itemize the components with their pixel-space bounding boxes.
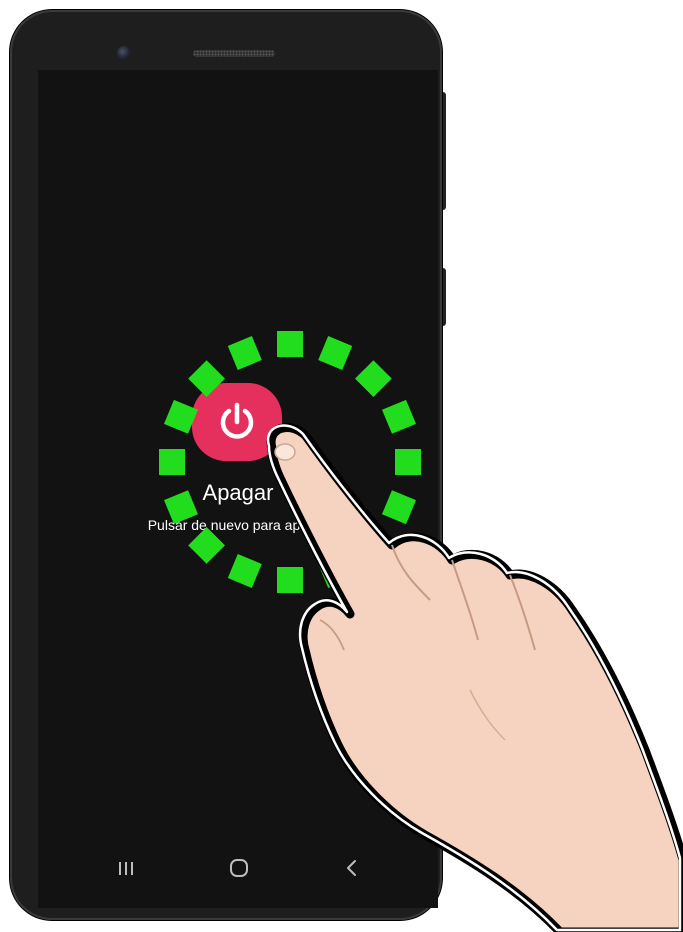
ring-segment bbox=[164, 490, 198, 525]
ring-segment bbox=[355, 360, 392, 397]
palm-crease bbox=[469, 689, 506, 741]
navigation-bar bbox=[38, 848, 438, 888]
ring-segment bbox=[188, 360, 225, 397]
phone-frame: Apagar Pulsar de nuevo para apagar bbox=[10, 10, 442, 920]
earpiece-speaker bbox=[193, 50, 275, 57]
back-icon bbox=[347, 860, 356, 876]
front-camera bbox=[117, 46, 131, 60]
ring-segment bbox=[277, 567, 303, 593]
recents-button[interactable] bbox=[106, 856, 146, 880]
recents-icon bbox=[119, 862, 133, 875]
tap-indicator-ring bbox=[159, 331, 421, 593]
tutorial-illustration: Apagar Pulsar de nuevo para apagar bbox=[0, 0, 683, 932]
ring-segment bbox=[164, 399, 198, 434]
ring-segment bbox=[395, 449, 421, 475]
ring-segment bbox=[382, 490, 416, 525]
home-button[interactable] bbox=[219, 856, 259, 880]
ring-segment bbox=[277, 331, 303, 357]
phone-screen: Apagar Pulsar de nuevo para apagar bbox=[38, 70, 438, 908]
ring-segment bbox=[382, 399, 416, 434]
ring-segment bbox=[318, 554, 353, 588]
back-button[interactable] bbox=[332, 856, 372, 880]
ring-segment bbox=[227, 336, 262, 370]
knuckle-line bbox=[451, 559, 479, 641]
ring-segment bbox=[318, 336, 353, 370]
ring-segment bbox=[355, 527, 392, 564]
knuckle-line bbox=[509, 574, 536, 651]
ring-segment bbox=[159, 449, 185, 475]
home-icon bbox=[230, 859, 248, 877]
ring-segment bbox=[188, 527, 225, 564]
ring-segment bbox=[227, 554, 262, 588]
